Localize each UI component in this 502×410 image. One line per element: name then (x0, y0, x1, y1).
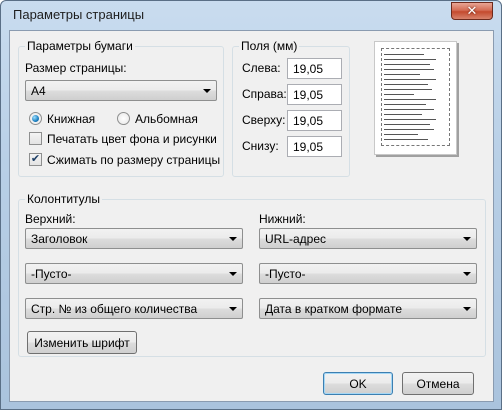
paper-group-label: Параметры бумаги (25, 39, 135, 53)
margin-bottom-input[interactable]: 19,05 (287, 136, 342, 157)
preview-line (384, 79, 436, 80)
portrait-label[interactable]: Книжная (47, 112, 95, 126)
header-select-1[interactable]: Заголовок (25, 228, 243, 249)
preview-line (384, 114, 422, 115)
print-background-label[interactable]: Печатать цвет фона и рисунки (47, 132, 217, 146)
margin-left-label: Слева: (242, 61, 281, 75)
paper-group: Параметры бумаги Размер страницы: A4 Кни… (18, 39, 224, 177)
chevron-down-icon (229, 237, 237, 241)
header-select-3[interactable]: Стр. № из общего количества (25, 298, 243, 319)
page-preview-margins (381, 48, 450, 146)
page-size-value: A4 (31, 84, 46, 98)
shrink-to-fit-checkbox[interactable]: ✔ (29, 153, 42, 166)
footer-select-1-value: URL-адрес (265, 232, 327, 246)
header-select-1-value: Заголовок (31, 232, 88, 246)
page-size-label: Размер страницы: (25, 61, 127, 75)
print-background-checkbox[interactable] (29, 132, 42, 145)
window-title: Параметры страницы (13, 7, 145, 22)
page-setup-dialog: Параметры страницы ✕ Параметры бумаги Ра… (0, 0, 502, 410)
footer-select-1[interactable]: URL-адрес (259, 228, 477, 249)
footer-select-3[interactable]: Дата в кратком формате (259, 298, 477, 319)
close-icon: ✕ (466, 3, 478, 18)
cancel-button[interactable]: Отмена (402, 372, 474, 395)
preview-line (384, 84, 428, 85)
portrait-radio[interactable] (29, 112, 42, 125)
preview-line (384, 109, 434, 110)
margin-top-input[interactable]: 19,05 (287, 110, 342, 131)
chevron-down-icon (463, 272, 471, 276)
header-select-3-value: Стр. № из общего количества (31, 302, 198, 316)
preview-line (384, 129, 434, 130)
preview-line (384, 59, 436, 60)
chevron-down-icon (203, 89, 211, 93)
margin-right-label: Справа: (242, 87, 287, 101)
margin-bottom-label: Снизу: (242, 139, 279, 153)
dialog-body: Параметры бумаги Размер страницы: A4 Кни… (9, 30, 494, 402)
preview-line (384, 89, 432, 90)
close-button[interactable]: ✕ (451, 2, 493, 20)
checkmark-icon: ✔ (30, 153, 41, 165)
headers-footers-group-label: Колонтитулы (25, 192, 103, 206)
chevron-down-icon (229, 272, 237, 276)
headers-footers-group: Колонтитулы Верхний: Нижний: Заголовок U… (18, 192, 486, 357)
ok-button[interactable]: OK (323, 372, 393, 395)
preview-line (384, 124, 430, 125)
preview-line (384, 69, 434, 70)
footer-select-2[interactable]: -Пусто- (259, 263, 477, 284)
margin-bottom-value: 19,05 (293, 140, 324, 154)
radio-selected-dot (32, 115, 39, 122)
page-preview (374, 41, 457, 155)
margin-left-value: 19,05 (293, 62, 324, 76)
footer-select-2-value: -Пусто- (265, 267, 306, 281)
margin-top-label: Сверху: (242, 113, 286, 127)
preview-line (384, 99, 436, 100)
margin-left-input[interactable]: 19,05 (287, 58, 342, 79)
shrink-to-fit-label[interactable]: Сжимать по размеру страницы (47, 153, 220, 167)
margin-right-value: 19,05 (293, 88, 324, 102)
header-select-2-value: -Пусто- (31, 267, 72, 281)
preview-line (384, 139, 428, 140)
landscape-label[interactable]: Альбомная (135, 112, 198, 126)
preview-line (384, 94, 414, 95)
preview-line (384, 64, 430, 65)
margins-group: Поля (мм) Слева: 19,05 Справа: 19,05 Све… (232, 39, 350, 177)
margin-top-value: 19,05 (293, 114, 324, 128)
footer-label: Нижний: (259, 212, 306, 226)
preview-line (384, 54, 424, 55)
preview-line (384, 74, 420, 75)
preview-line (384, 119, 436, 120)
margins-group-label: Поля (мм) (239, 39, 300, 53)
header-label: Верхний: (25, 212, 76, 226)
preview-line (384, 104, 426, 105)
change-font-button[interactable]: Изменить шрифт (27, 331, 137, 354)
header-select-2[interactable]: -Пусто- (25, 263, 243, 284)
chevron-down-icon (463, 237, 471, 241)
title-bar[interactable]: Параметры страницы ✕ (1, 1, 501, 29)
preview-line (384, 134, 418, 135)
chevron-down-icon (463, 307, 471, 311)
landscape-radio[interactable] (117, 112, 130, 125)
footer-select-3-value: Дата в кратком формате (265, 302, 403, 316)
page-size-select[interactable]: A4 (25, 80, 217, 101)
chevron-down-icon (229, 307, 237, 311)
margin-right-input[interactable]: 19,05 (287, 84, 342, 105)
